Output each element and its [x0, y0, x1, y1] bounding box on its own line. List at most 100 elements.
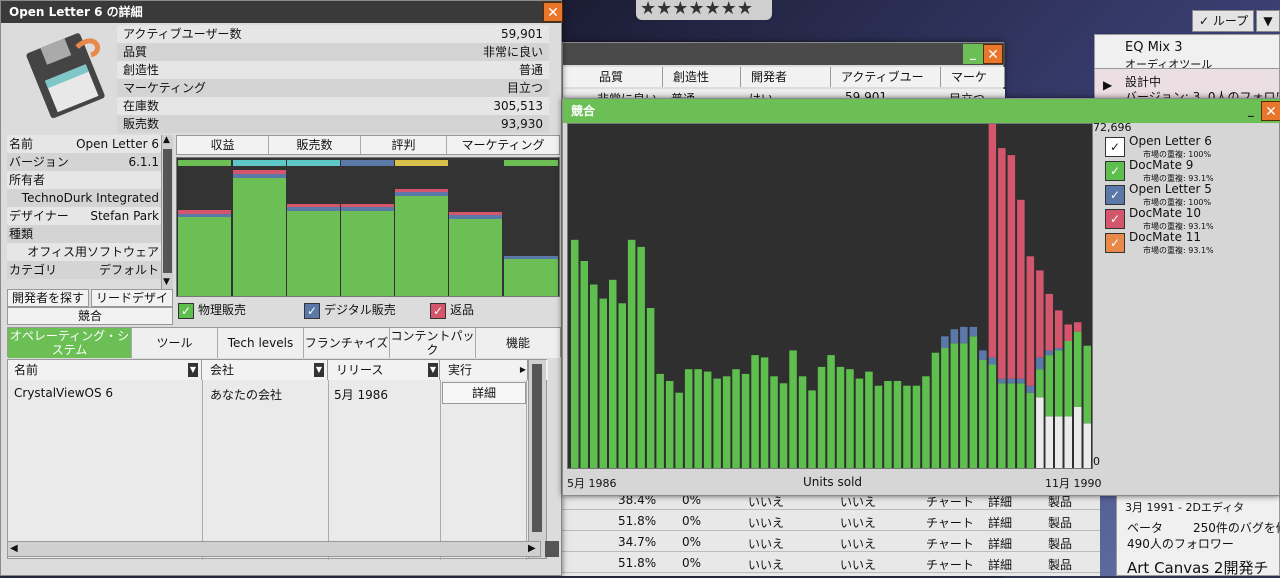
- col-divider: [440, 380, 441, 560]
- filter-icon[interactable]: ▼: [314, 363, 324, 377]
- check-icon[interactable]: ✓: [1105, 209, 1125, 229]
- check-icon[interactable]: ✓: [430, 302, 446, 319]
- back-col-developer[interactable]: 開発者: [745, 67, 831, 87]
- tab-tools[interactable]: ツール: [132, 328, 218, 358]
- col-divider: [202, 380, 203, 560]
- check-icon[interactable]: ✓: [1105, 161, 1125, 181]
- col-name[interactable]: 名前: [8, 360, 202, 380]
- table-row[interactable]: 51.8% 0% いいえ いいえ チャート 詳細 製品: [562, 553, 1100, 573]
- details-window[interactable]: Open Letter 6 の詳細 ✕ アクティブユーザー数 59,901 品質 非…: [0, 0, 563, 576]
- check-icon[interactable]: ✓: [1105, 185, 1125, 205]
- legend-item[interactable]: ✓ Open Letter 6 市場の重複: 100%: [1103, 135, 1273, 159]
- play-icon[interactable]: ▶: [1103, 78, 1112, 92]
- bar-docmate-10: [1026, 256, 1035, 386]
- bar-docmate-9: [741, 373, 750, 468]
- legend-returns[interactable]: ✓ 返品: [430, 301, 474, 319]
- back-col-creativity[interactable]: 創造性: [667, 67, 741, 87]
- tab-operating-system[interactable]: オペレーティング・システム: [8, 328, 132, 358]
- back-col-quality[interactable]: 品質: [593, 67, 663, 87]
- find-developer-button[interactable]: 開発者を探す: [7, 289, 89, 307]
- filter-icon[interactable]: ▼: [188, 363, 198, 377]
- bottom-tabs: オペレーティング・システム ツール Tech levels フランチャイズ コン…: [7, 327, 561, 358]
- col-action[interactable]: 実行: [442, 360, 528, 380]
- back-cell[interactable]: チャート: [926, 556, 974, 573]
- tab-revenue[interactable]: 収益: [177, 136, 269, 154]
- tab-franchise[interactable]: フランチャイズ: [304, 328, 390, 358]
- back-cell[interactable]: 製品: [1048, 514, 1072, 531]
- back-cell[interactable]: 詳細: [988, 535, 1012, 552]
- bar-open-letter-6: [1036, 397, 1044, 468]
- scroll-right-icon[interactable]: ▶: [528, 543, 536, 554]
- check-icon[interactable]: ✓: [1105, 137, 1125, 157]
- mini-sales-chart: [176, 157, 560, 297]
- bar-open-letter-5: [960, 326, 968, 344]
- legend-item[interactable]: ✓ DocMate 11 市場の重複: 93.1%: [1103, 231, 1273, 255]
- compete-close-button[interactable]: ✕: [1261, 101, 1280, 121]
- check-icon[interactable]: ✓: [1105, 233, 1125, 253]
- tab-features[interactable]: 機能: [476, 328, 560, 358]
- table-row[interactable]: 51.8% 0% いいえ いいえ チャート 詳細 製品: [562, 511, 1100, 531]
- back-cell[interactable]: チャート: [926, 514, 974, 531]
- tab-sales[interactable]: 販売数: [269, 136, 361, 154]
- scroll-thumb[interactable]: [163, 149, 172, 273]
- tab-tech-levels[interactable]: Tech levels: [218, 328, 304, 358]
- legend-item[interactable]: ✓ Open Letter 5 市場の重複: 100%: [1103, 183, 1273, 207]
- back-cell[interactable]: 詳細: [988, 514, 1012, 531]
- table-hscroll[interactable]: ◀ ▶: [7, 541, 541, 557]
- back-min-button[interactable]: _: [963, 44, 983, 64]
- table-row[interactable]: CrystalViewOS 6 あなたの会社 5月 1986 詳細: [8, 382, 526, 404]
- eq-status-panel[interactable]: ▶ 設計中 バージョン: 3, 0人のフォロワー: [1094, 68, 1280, 104]
- back-cell[interactable]: チャート: [926, 535, 974, 552]
- os-details-button[interactable]: 詳細: [442, 382, 526, 404]
- bar-docmate-9: [637, 246, 645, 468]
- back-cell[interactable]: 製品: [1048, 556, 1072, 573]
- table-vscroll[interactable]: [528, 360, 546, 558]
- bar-open-letter-5: [1017, 378, 1025, 384]
- filter-icon[interactable]: ▼: [428, 363, 438, 377]
- back-col-active-users[interactable]: アクティブユー: [835, 67, 941, 87]
- resize-grip[interactable]: [545, 541, 559, 557]
- back-close-button[interactable]: ✕: [983, 44, 1003, 64]
- legend-digital[interactable]: ✓ デジタル販売: [304, 301, 396, 319]
- tab-content-pack[interactable]: コンテントパック: [390, 328, 476, 358]
- product-panel[interactable]: 3月 1991 - 2Dエディタ ベータ 250件のバグを修 490人のフォロワ…: [1116, 494, 1280, 577]
- back-cell[interactable]: 製品: [1048, 535, 1072, 552]
- bar-docmate-9: [988, 364, 997, 468]
- check-icon[interactable]: ✓: [304, 302, 320, 319]
- back-col-marketing[interactable]: マーケ: [945, 67, 1005, 87]
- compete-button[interactable]: 競合: [7, 307, 173, 325]
- check-icon[interactable]: ✓: [178, 302, 194, 319]
- loop-button[interactable]: ✓ ループ: [1192, 10, 1254, 32]
- stat-row: 在庫数 305,513: [117, 97, 549, 115]
- compete-window[interactable]: 競合 _ ✕ 72,696 0 5月 1986 Units sold 11月 1…: [562, 98, 1280, 496]
- tab-reputation[interactable]: 評判: [361, 136, 447, 154]
- stat-row: 創造性 普通: [117, 61, 549, 79]
- compete-min-button[interactable]: _: [1241, 101, 1261, 121]
- scroll-up-icon[interactable]: ▲: [163, 135, 170, 145]
- tab-marketing[interactable]: マーケティング: [447, 136, 559, 154]
- lead-design-button[interactable]: リードデザイ: [91, 289, 173, 307]
- scroll-down-icon[interactable]: ▼: [163, 277, 170, 287]
- bar-docmate-10: [1007, 155, 1016, 379]
- bar-open-letter-5: [998, 378, 1006, 384]
- bar-docmate-9: [760, 357, 769, 468]
- filter-icon[interactable]: ▼: [1256, 10, 1280, 32]
- bar-open-letter-5: [950, 329, 959, 344]
- scroll-thumb[interactable]: [532, 364, 542, 532]
- bar-docmate-9: [1045, 355, 1053, 417]
- mini-bar: [233, 160, 286, 296]
- product-beta: ベータ: [1127, 521, 1164, 535]
- bar-docmate-9: [817, 366, 826, 468]
- legend-item[interactable]: ✓ DocMate 9 市場の重複: 93.1%: [1103, 159, 1273, 183]
- col-company[interactable]: 会社: [204, 360, 328, 380]
- details-close-button[interactable]: ✕: [543, 2, 563, 22]
- bar-docmate-9: [694, 369, 702, 468]
- scroll-left-icon[interactable]: ◀: [10, 543, 18, 554]
- col-release[interactable]: リリース: [330, 360, 440, 380]
- legend-physical[interactable]: ✓ 物理販売: [178, 301, 246, 319]
- info-scrollbar[interactable]: ▲ ▼: [161, 135, 173, 289]
- sort-right-icon[interactable]: ▶: [518, 363, 528, 377]
- back-cell[interactable]: 詳細: [988, 556, 1012, 573]
- legend-item[interactable]: ✓ DocMate 10 市場の重複: 93.1%: [1103, 207, 1273, 231]
- table-row[interactable]: 34.7% 0% いいえ いいえ チャート 詳細 製品: [562, 532, 1100, 552]
